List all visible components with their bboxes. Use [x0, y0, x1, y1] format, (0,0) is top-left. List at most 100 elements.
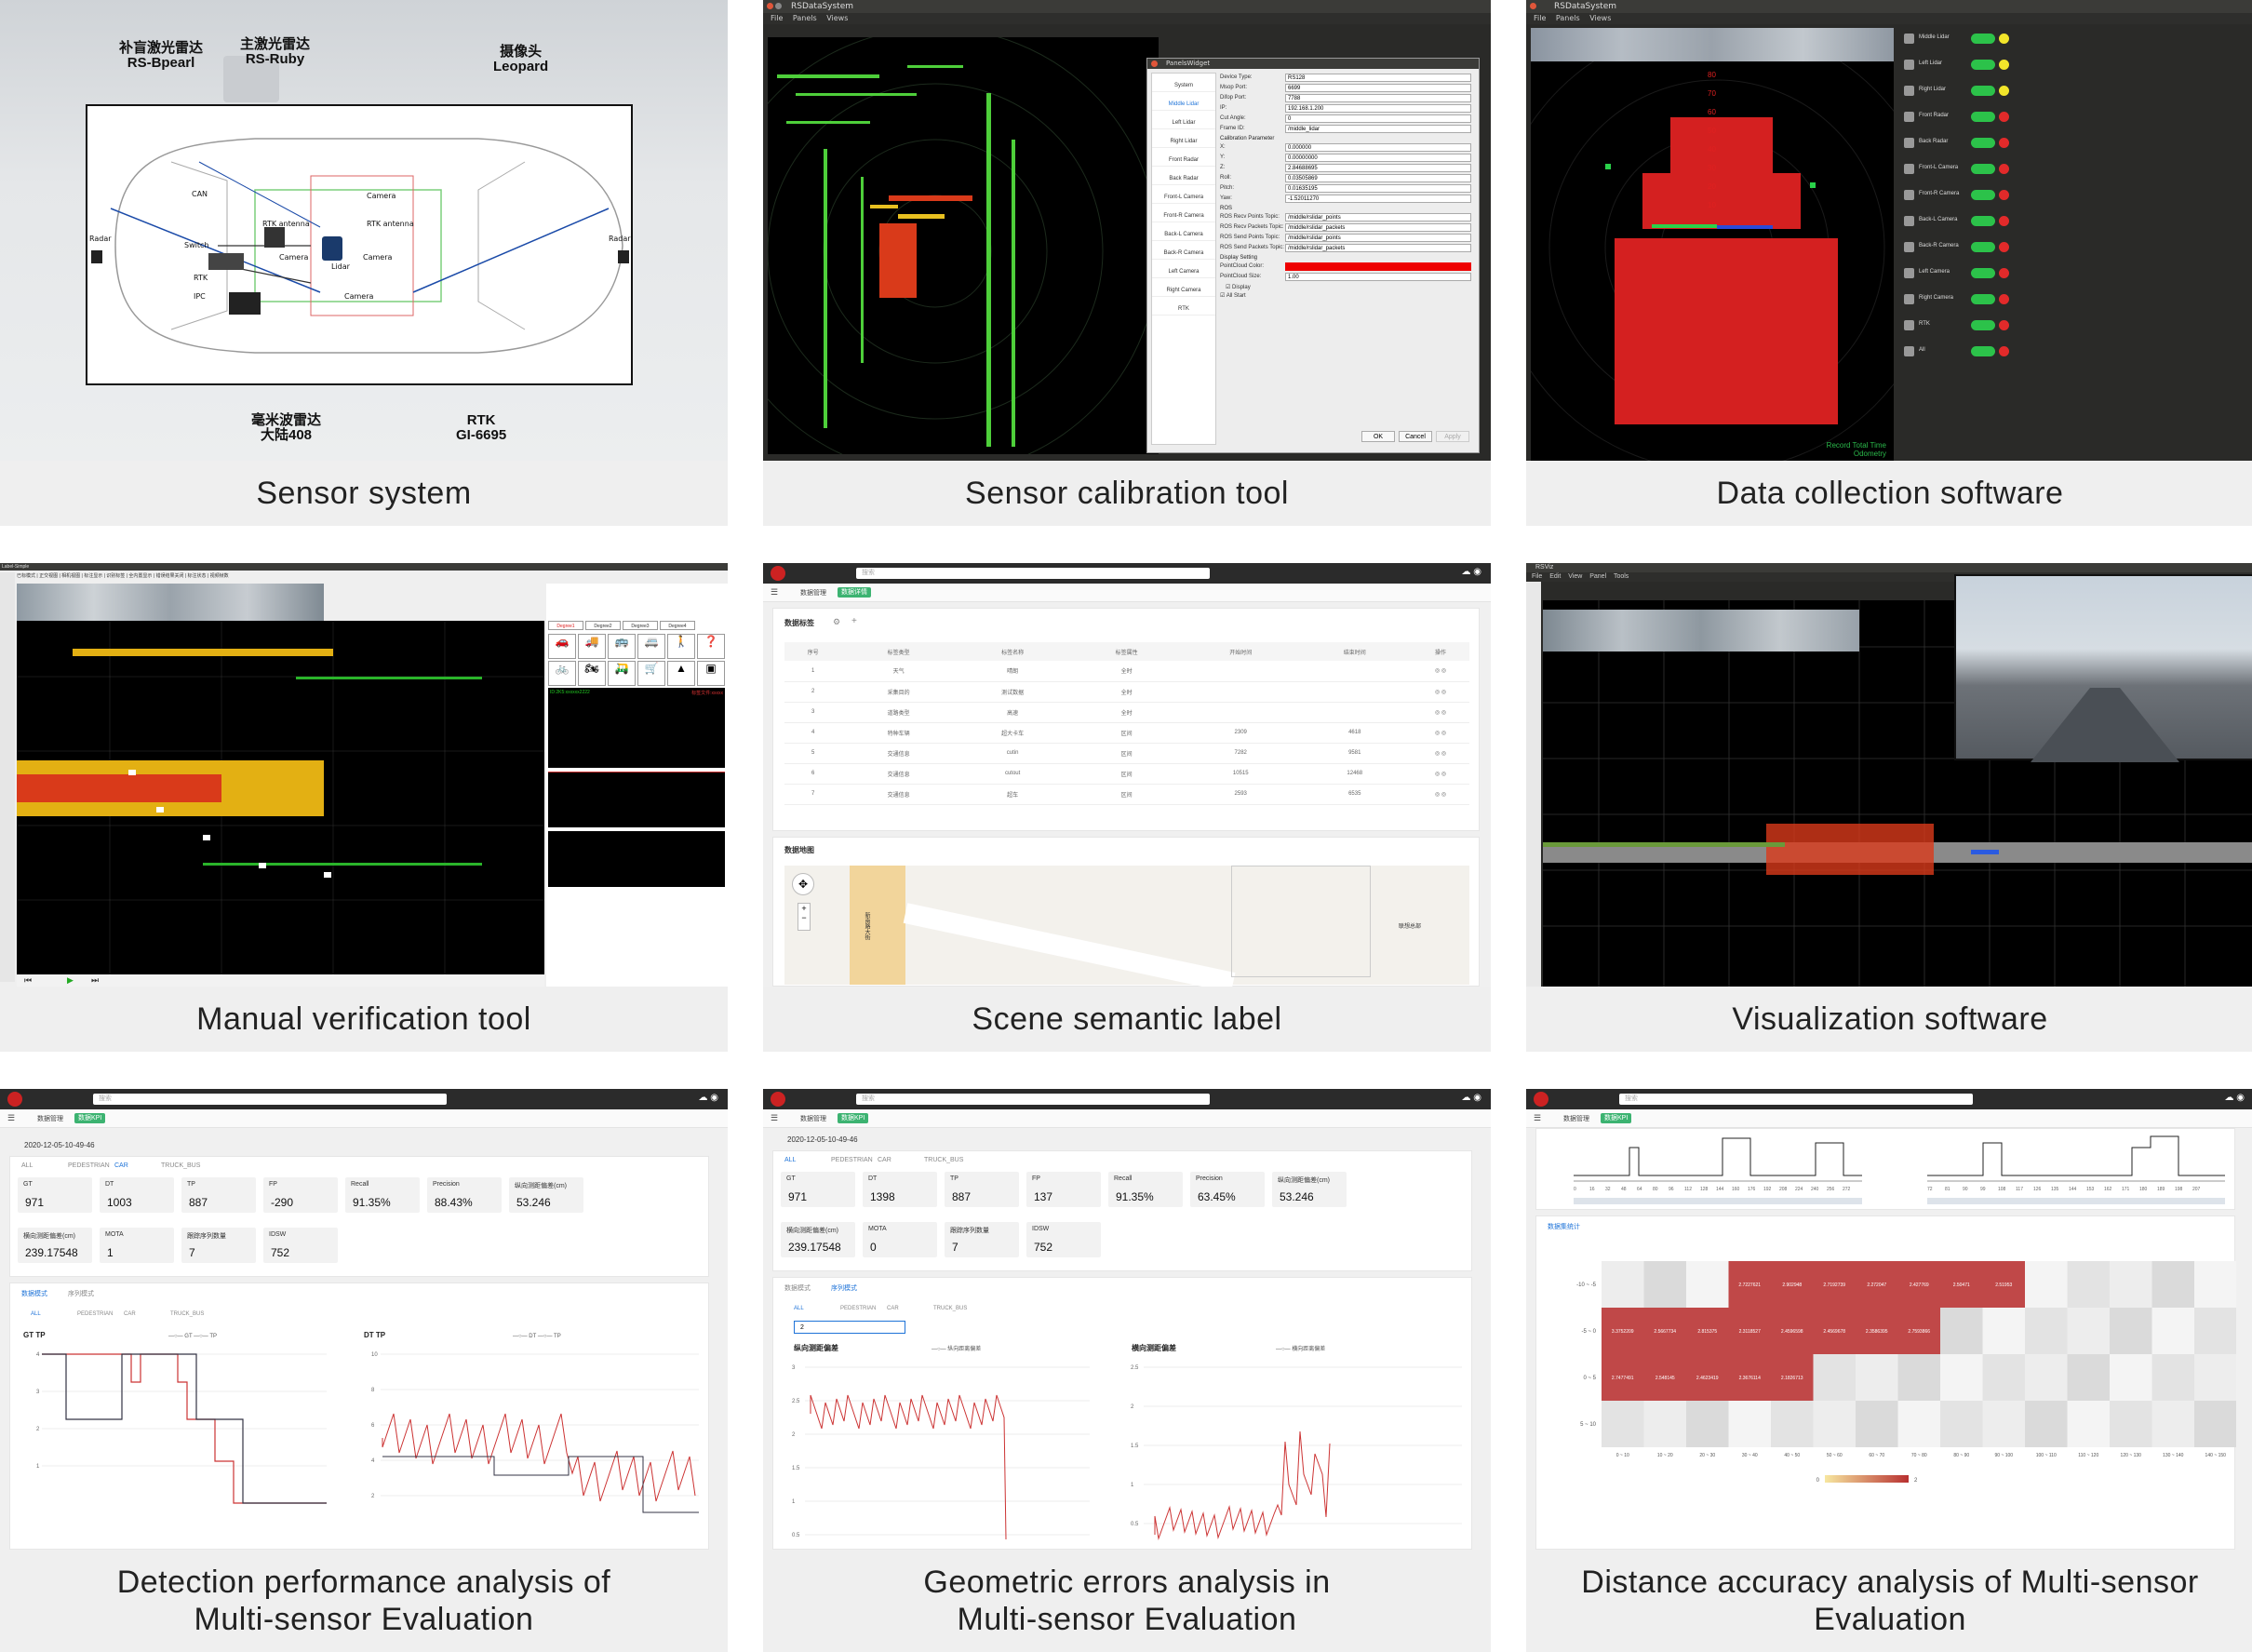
category-tab[interactable]: ALL — [784, 1157, 796, 1163]
heatmap-cell[interactable] — [2194, 1401, 2236, 1447]
menu-icon[interactable]: ☰ — [1534, 1113, 1541, 1123]
heatmap-cell[interactable] — [2025, 1308, 2068, 1354]
sub-tab[interactable]: TRUCK_BUS — [170, 1311, 204, 1317]
user-menu[interactable]: ☁ ◉ — [2224, 1093, 2245, 1103]
series-select[interactable]: 2 — [794, 1321, 905, 1334]
search-input[interactable]: 搜索 — [93, 1094, 447, 1105]
sidebar-item[interactable]: Left Camera — [1152, 265, 1215, 278]
sidebar-item[interactable]: System — [1152, 79, 1215, 92]
map-pan-control[interactable]: ✥ — [792, 873, 814, 895]
motorcycle-icon[interactable]: 🏍 — [578, 661, 606, 686]
data-kpi-chip[interactable]: 数据KPI — [1601, 1113, 1632, 1123]
sidebar-item[interactable]: Front Radar — [1152, 154, 1215, 167]
row-actions[interactable]: ◎ ◎ — [1412, 784, 1469, 805]
sign-icon[interactable]: ▣ — [697, 661, 725, 686]
sensor-toggle[interactable] — [1971, 268, 1995, 278]
degree-tab[interactable]: Degree1 — [548, 621, 583, 630]
pointcloud-color-swatch[interactable] — [1285, 262, 1471, 271]
sensor-toggle[interactable] — [1971, 34, 1995, 44]
skip-back-icon[interactable]: ⏮ — [24, 975, 32, 986]
heatmap-cell[interactable] — [2025, 1354, 2068, 1401]
degree-tab[interactable]: Degree3 — [623, 621, 658, 630]
sensor-toggle[interactable] — [1971, 112, 1995, 122]
dialog-close-icon[interactable] — [1151, 60, 1158, 67]
degree-tab[interactable]: Degree4 — [660, 621, 695, 630]
calib-field[interactable]: 2.84688695 — [1285, 164, 1471, 172]
category-tab[interactable]: ALL — [21, 1162, 33, 1169]
row-actions[interactable]: ◎ ◎ — [1412, 763, 1469, 785]
heatmap-cell[interactable] — [2067, 1354, 2111, 1401]
category-tab[interactable]: CAR — [878, 1157, 891, 1163]
tricycle-icon[interactable]: 🛺 — [608, 661, 636, 686]
heatmap-cell[interactable] — [2110, 1308, 2152, 1354]
row-actions[interactable]: ◎ ◎ — [1412, 681, 1469, 703]
heatmap-cell[interactable] — [1982, 1354, 2026, 1401]
heatmap-cell[interactable] — [1856, 1401, 1898, 1447]
sub-tab[interactable]: ALL — [31, 1311, 41, 1317]
sidebar-item[interactable]: Back-L Camera — [1152, 228, 1215, 241]
heatmap-cell[interactable] — [1686, 1261, 1729, 1308]
category-tab[interactable]: PEDESTRIAN — [831, 1157, 873, 1163]
calib-field[interactable]: 0.03505869 — [1285, 174, 1471, 182]
menu-bar[interactable]: File Panels Views — [763, 13, 1491, 24]
heatmap-cell[interactable] — [1982, 1401, 2026, 1447]
object-class-grid[interactable]: 🚗 🚚 🚌 🚐 🚶 ❓ 🚲 🏍 🛺 🛒 ▲ ▣ — [548, 634, 725, 686]
allstart-checkbox[interactable]: ☑ All Start — [1220, 292, 1246, 299]
heatmap-cell[interactable] — [1686, 1401, 1729, 1447]
heatmap-cell[interactable] — [1813, 1354, 1857, 1401]
sub-tab[interactable]: CAR — [124, 1311, 136, 1317]
logo-icon[interactable] — [7, 1092, 22, 1107]
mode-tab[interactable]: 序列模式 — [68, 1289, 94, 1298]
heatmap-cell[interactable] — [1813, 1401, 1857, 1447]
heatmap-cell[interactable] — [1602, 1401, 1644, 1447]
device-field[interactable]: 6699 — [1285, 84, 1471, 92]
sensor-toggle[interactable] — [1971, 86, 1995, 96]
menu-bar[interactable]: File Panels Views — [1526, 13, 2252, 24]
heatmap-cell[interactable] — [2067, 1401, 2111, 1447]
sensor-toggle[interactable] — [1971, 320, 1995, 330]
sidebar-item[interactable]: Right Camera — [1152, 284, 1215, 297]
preview-view-2[interactable] — [548, 772, 725, 827]
logo-icon[interactable] — [1534, 1092, 1548, 1107]
heatmap-cell[interactable] — [1897, 1401, 1941, 1447]
heatmap-cell[interactable] — [2151, 1354, 2195, 1401]
data-kpi-chip[interactable]: 数据KPI — [74, 1113, 106, 1123]
ros-field[interactable]: /middle/rslidar_packets — [1285, 223, 1471, 232]
map-zoom-control[interactable]: + − — [798, 903, 811, 931]
calib-field[interactable]: 0.01635195 — [1285, 184, 1471, 193]
sensor-toggle[interactable] — [1971, 164, 1995, 174]
close-window-icon[interactable] — [1530, 3, 1536, 9]
menu-icon[interactable]: ☰ — [771, 587, 778, 598]
logo-icon[interactable] — [771, 566, 785, 581]
heatmap-cell[interactable] — [1728, 1401, 1772, 1447]
close-window-icon[interactable] — [767, 3, 773, 9]
ros-field[interactable]: /middle/rslidar_points — [1285, 234, 1471, 242]
heatmap-cell[interactable] — [1897, 1354, 1941, 1401]
calib-field[interactable]: -1.52011270 — [1285, 195, 1471, 203]
sidebar-item[interactable]: RTK — [1152, 302, 1215, 316]
user-menu[interactable]: ☁ ◉ — [698, 1093, 718, 1103]
data-kpi-chip[interactable]: 数据KPI — [838, 1113, 869, 1123]
settings-icon[interactable]: ⚙ — [833, 617, 840, 627]
skip-forward-icon[interactable]: ⏭ — [91, 975, 99, 986]
calib-field[interactable]: 0.000000 — [1285, 143, 1471, 152]
preview-view-1[interactable]: ID:2K5:xxxxxx2222 标签文件:xxxxx — [548, 688, 725, 768]
left-toolbar[interactable] — [1526, 582, 1541, 987]
device-field[interactable]: 7788 — [1285, 94, 1471, 102]
mode-tab[interactable]: 数据模式 — [21, 1289, 47, 1298]
hist2-scrollbar[interactable] — [1927, 1198, 2225, 1204]
truck-icon[interactable]: 🚚 — [578, 634, 606, 659]
heatmap-cell[interactable] — [1643, 1401, 1687, 1447]
row-actions[interactable]: ◎ ◎ — [1412, 702, 1469, 723]
pointcloud-view[interactable]: 80 70 60 50 40 30 20 10 Record Total Time Odome… — [1531, 61, 1894, 461]
search-input[interactable]: 搜索 — [856, 568, 1210, 579]
sub-tab[interactable]: TRUCK_BUS — [933, 1306, 967, 1311]
playback-bar[interactable]: ⏮ ▶ ⏭ — [17, 974, 544, 987]
display-checkbox[interactable]: ☑ Display — [1226, 284, 1251, 290]
sensor-toggle[interactable] — [1971, 294, 1995, 304]
sub-tab[interactable]: PEDESTRIAN — [840, 1306, 876, 1311]
heatmap-cell[interactable] — [1982, 1308, 2026, 1354]
heatmap-cell[interactable] — [2067, 1308, 2111, 1354]
sidebar-item[interactable]: Back-R Camera — [1152, 247, 1215, 260]
heatmap-cell[interactable] — [2067, 1261, 2111, 1308]
